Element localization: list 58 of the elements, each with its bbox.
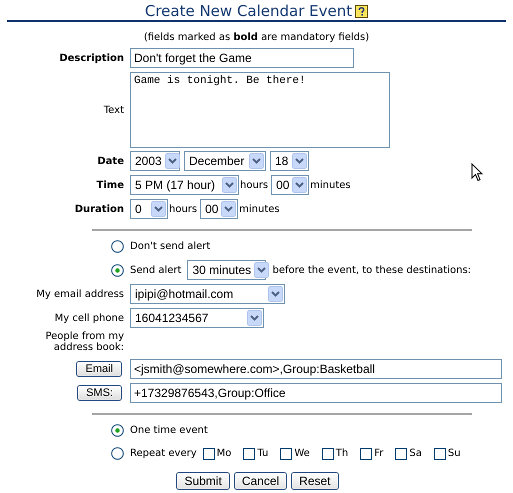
field-label: My cell phone — [54, 312, 125, 326]
email-dropdown[interactable]: ipipi@hotmail.com — [130, 284, 285, 304]
day-label: Tu — [257, 447, 268, 461]
year-dropdown[interactable]: 2003 — [130, 151, 180, 171]
day-checkbox[interactable] — [360, 448, 372, 460]
day-label: Mo — [216, 447, 232, 461]
day-checkbox[interactable] — [202, 448, 215, 460]
day-checkbox[interactable] — [322, 448, 334, 460]
minute-dropdown[interactable]: 00 — [200, 199, 238, 219]
hour-dropdown[interactable]: 0 — [130, 199, 168, 219]
recipients-field[interactable]: <jsmith@somewhere.com>,Group:Basketball — [130, 359, 502, 379]
form-button[interactable]: Submit — [176, 472, 230, 490]
radio-button[interactable] — [111, 424, 124, 437]
day-checkbox[interactable] — [243, 448, 256, 460]
day-label: Th — [336, 447, 348, 461]
day-label: Sa — [409, 447, 422, 461]
hour-dropdown[interactable]: 5 PM (17 hour) — [130, 175, 239, 195]
recipients-field[interactable]: +17329876543,Group:Office — [130, 383, 502, 403]
radio-label: Send alert — [130, 264, 182, 278]
description-field[interactable]: Don't forget the Game — [130, 48, 354, 68]
unit-label: minutes — [239, 202, 280, 216]
field-label: My email address — [35, 288, 125, 302]
address-book-label: People from my address book: — [44, 332, 125, 353]
radio-button[interactable] — [111, 264, 124, 276]
day-label: Fr — [374, 447, 384, 461]
page-title: Create New Calendar Event — [144, 0, 352, 22]
form-button[interactable]: Cancel — [234, 472, 288, 490]
field-label: Text — [102, 104, 125, 118]
text-area[interactable]: Game is tonight. Be there! — [130, 72, 390, 148]
unit-label: minutes — [310, 178, 351, 192]
unit-label: hours — [169, 202, 198, 216]
day-dropdown[interactable]: 18 — [270, 151, 309, 171]
day-label: Su — [448, 447, 461, 461]
radio-button[interactable] — [111, 447, 124, 460]
field-label: Date — [96, 154, 125, 168]
form-button[interactable]: Reset — [291, 472, 339, 490]
field-label: Time — [96, 178, 125, 192]
mandatory-fields-note: (fields marked as bold are mandatory fields) — [142, 31, 370, 45]
minute-dropdown[interactable]: 00 — [271, 175, 310, 195]
help-icon[interactable] — [355, 4, 368, 18]
day-checkbox[interactable] — [395, 448, 408, 460]
address-book-button[interactable]: SMS: — [77, 385, 122, 401]
day-checkbox[interactable] — [434, 448, 446, 460]
day-label: We — [294, 447, 310, 461]
field-label: Description — [58, 52, 125, 66]
mouse-pointer-icon — [471, 163, 483, 182]
lead-time-dropdown[interactable]: 30 minutes — [187, 260, 266, 280]
cell-phone-dropdown[interactable]: 16041234567 — [130, 308, 264, 328]
month-dropdown[interactable]: December — [184, 151, 266, 171]
radio-button[interactable] — [111, 240, 124, 253]
alert-description: before the event, to these destinations: — [272, 264, 472, 278]
day-checkbox[interactable] — [280, 448, 292, 460]
radio-label: One time event — [130, 424, 208, 438]
address-book-button[interactable]: Email — [76, 361, 122, 377]
radio-label: Don't send alert — [130, 240, 210, 254]
unit-label: hours — [240, 178, 268, 192]
radio-label: Repeat every — [130, 447, 197, 461]
field-label: Duration — [74, 202, 125, 216]
